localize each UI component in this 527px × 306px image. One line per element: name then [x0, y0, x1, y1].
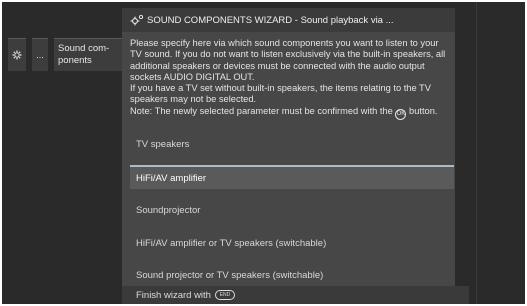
- breadcrumb-more-label: ...: [36, 50, 44, 60]
- dialog-title: SOUND COMPONENTS WIZARD - Sound playback…: [147, 14, 394, 26]
- wizard-footer: Finish wizard with END: [122, 286, 469, 304]
- dialog-description: Please specify here via which sound comp…: [130, 38, 452, 120]
- gear-icon: [12, 50, 22, 60]
- description-paragraph-1: Please specify here via which sound comp…: [130, 38, 446, 82]
- description-paragraph-2: If you have a TV set without built-in sp…: [130, 83, 431, 105]
- option-label: TV speakers: [136, 138, 190, 150]
- ok-button-icon: OK: [395, 108, 407, 120]
- breadcrumb-sound-components[interactable]: Sound com-ponents: [54, 38, 124, 71]
- note-text-end: button.: [409, 105, 438, 116]
- option-label: HiFi/AV amplifier: [136, 172, 207, 184]
- option-soundprojector[interactable]: Soundprojector: [130, 199, 454, 221]
- wizard-gear-icon: [130, 14, 144, 26]
- description-note: Note: The newly selected parameter must …: [130, 106, 452, 120]
- dialog-titlebar: SOUND COMPONENTS WIZARD - Sound playback…: [122, 8, 455, 32]
- option-tv-speakers[interactable]: TV speakers: [130, 133, 454, 155]
- option-label: HiFi/AV amplifier or TV speakers (switch…: [136, 237, 327, 249]
- option-soundprojector-or-tv-speakers[interactable]: Sound projector or TV speakers (switchab…: [130, 264, 454, 286]
- breadcrumb-current-label: Sound com-ponents: [58, 43, 110, 66]
- option-hifi-or-tv-speakers[interactable]: HiFi/AV amplifier or TV speakers (switch…: [130, 232, 454, 254]
- breadcrumb-settings[interactable]: [8, 38, 26, 71]
- footer-text: Finish wizard with: [136, 289, 211, 301]
- option-hifi-av-amplifier[interactable]: HiFi/AV amplifier: [130, 165, 454, 189]
- breadcrumb-more[interactable]: ...: [32, 38, 48, 71]
- option-label: Soundprojector: [136, 204, 201, 216]
- option-label: Sound projector or TV speakers (switchab…: [136, 269, 324, 281]
- panel-divider: [476, 2, 477, 304]
- sound-components-wizard-dialog: SOUND COMPONENTS WIZARD - Sound playback…: [122, 8, 455, 302]
- end-button-icon: END: [214, 290, 235, 300]
- note-text: Note: The newly selected parameter must …: [130, 105, 393, 116]
